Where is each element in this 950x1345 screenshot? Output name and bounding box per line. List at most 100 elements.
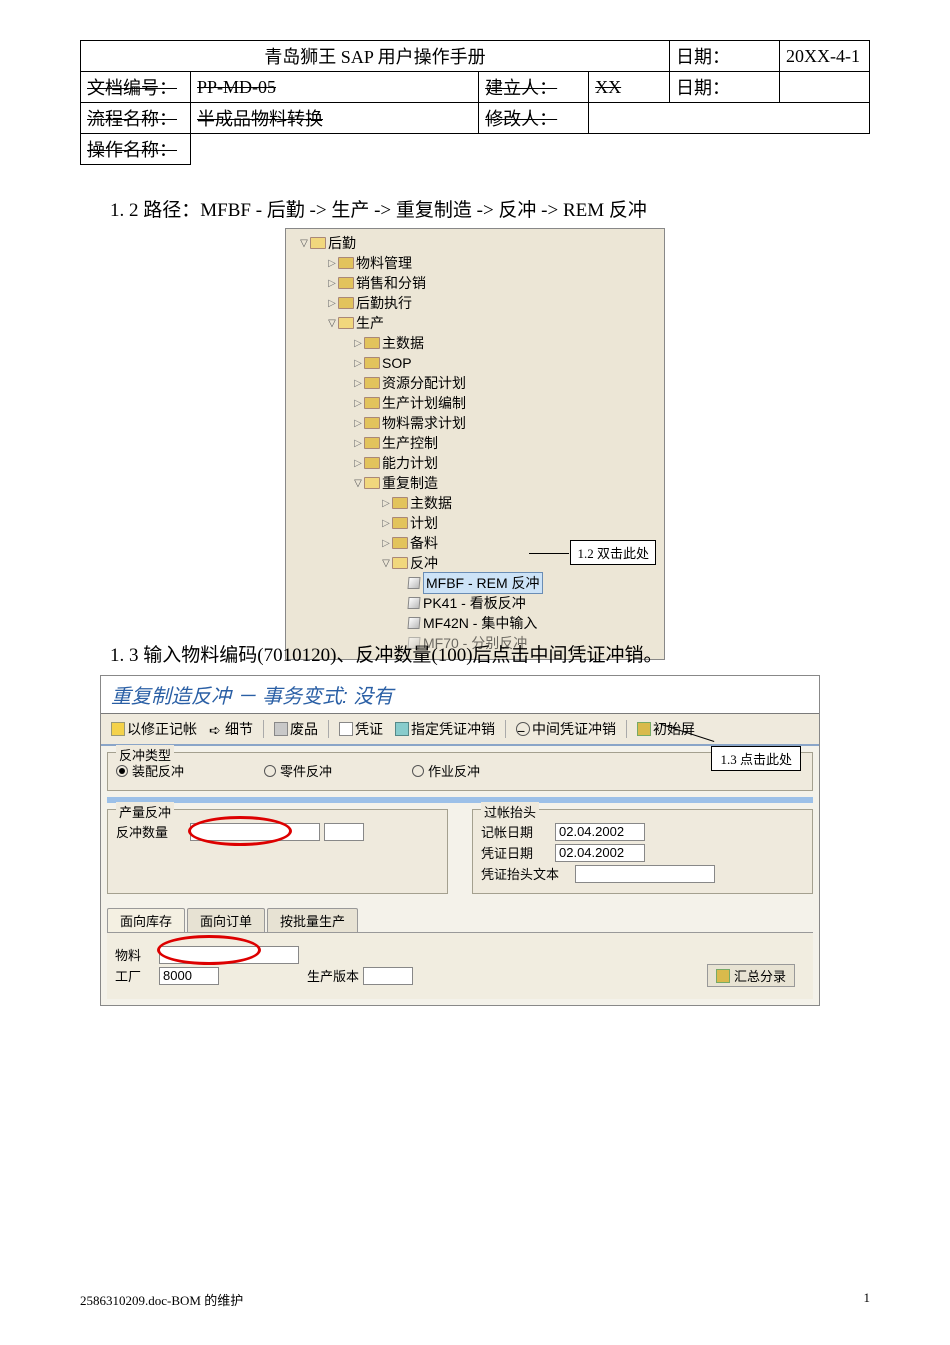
- tree-leaf[interactable]: MF42N - 集中输入: [286, 613, 664, 633]
- doc-no: PP-MD-05: [197, 77, 276, 97]
- input-uom[interactable]: [324, 823, 364, 841]
- modifier-label: 修改人：: [485, 109, 557, 129]
- folder-icon: [338, 257, 354, 269]
- tree-node[interactable]: 资源分配计划: [286, 373, 664, 393]
- separator: [328, 720, 329, 738]
- callout-1-2: 1.2 双击此处: [570, 540, 656, 565]
- radio-icon: [264, 765, 276, 777]
- transaction-icon: [407, 577, 420, 589]
- panel-yield: 产量反冲 反冲数量: [107, 809, 448, 894]
- folder-icon: [364, 377, 380, 389]
- tree-node[interactable]: 生产控制: [286, 433, 664, 453]
- date-label-2: 日期：: [670, 72, 780, 103]
- radio-icon: [412, 765, 424, 777]
- input-qty[interactable]: [190, 823, 320, 841]
- folder-icon: [364, 397, 380, 409]
- tree-node[interactable]: 主数据: [286, 493, 664, 513]
- separator: [626, 720, 627, 738]
- expand-icon[interactable]: [326, 318, 338, 329]
- expand-icon[interactable]: [326, 278, 338, 289]
- tb-correct-post[interactable]: 以修正记帐: [107, 717, 201, 741]
- sap-form: 重复制造反冲 － 事务变式: 没有 以修正记帐 ➪细节 废品 凭证 指定凭证冲销…: [100, 675, 820, 1006]
- btn-collective-entry[interactable]: 汇总分录: [707, 964, 795, 987]
- date-label-1: 日期：: [670, 41, 780, 72]
- input-material[interactable]: [159, 946, 299, 964]
- tab-stock[interactable]: 面向库存: [107, 908, 185, 932]
- expand-icon[interactable]: [380, 538, 392, 549]
- folder-icon: [364, 437, 380, 449]
- expand-icon[interactable]: [352, 338, 364, 349]
- tb-initial[interactable]: 初始屏: [633, 717, 699, 741]
- footer-left: 2586310209.doc-BOM 的维护: [80, 1290, 243, 1309]
- folder-open-icon: [310, 237, 326, 249]
- tree-node-repeat[interactable]: 重复制造: [286, 473, 664, 493]
- tree-node[interactable]: 后勤执行: [286, 293, 664, 313]
- radio-component[interactable]: 零件反冲: [264, 761, 332, 780]
- tb-reverse-mid[interactable]: −中间凭证冲销: [512, 717, 620, 741]
- tree-node[interactable]: 主数据: [286, 333, 664, 353]
- callout-1-3: 1.3 点击此处: [711, 746, 801, 771]
- sap-window-title: 重复制造反冲 － 事务变式: 没有: [101, 676, 819, 714]
- folder-open-icon: [338, 317, 354, 329]
- group-title: 反冲类型: [116, 745, 174, 764]
- label-docdate: 凭证日期: [481, 843, 551, 862]
- tb-reverse-specific[interactable]: 指定凭证冲销: [391, 717, 499, 741]
- expand-icon[interactable]: [352, 358, 364, 369]
- expand-icon[interactable]: [380, 558, 392, 569]
- folder-open-icon: [364, 477, 380, 489]
- label-qty: 反冲数量: [116, 822, 186, 841]
- input-version[interactable]: [363, 967, 413, 985]
- expand-icon[interactable]: [298, 238, 310, 249]
- tree-leaf-mfbf[interactable]: MFBF - REM 反冲: [286, 573, 664, 593]
- input-headtext[interactable]: [575, 865, 715, 883]
- tree-node[interactable]: 生产计划编制: [286, 393, 664, 413]
- minus-circle-icon: −: [516, 722, 530, 736]
- tree-node[interactable]: 销售和分销: [286, 273, 664, 293]
- input-docdate[interactable]: 02.04.2002: [555, 844, 645, 862]
- expand-icon[interactable]: [352, 438, 364, 449]
- panel-title: 产量反冲: [116, 802, 174, 821]
- tab-order[interactable]: 面向订单: [187, 908, 265, 932]
- radio-activity[interactable]: 作业反冲: [412, 761, 480, 780]
- tb-docs[interactable]: 凭证: [335, 717, 387, 741]
- tree-node[interactable]: 计划: [286, 513, 664, 533]
- folder-icon: [364, 417, 380, 429]
- tab-lot[interactable]: 按批量生产: [267, 908, 358, 932]
- expand-icon[interactable]: [352, 478, 364, 489]
- expand-icon[interactable]: [326, 298, 338, 309]
- tree-node-production[interactable]: 生产: [286, 313, 664, 333]
- label-postdate: 记帐日期: [481, 822, 551, 841]
- separator: [505, 720, 506, 738]
- tree-node-logistics[interactable]: 后勤: [286, 233, 664, 253]
- transaction-icon: [407, 597, 420, 609]
- expand-icon[interactable]: [352, 418, 364, 429]
- expand-icon[interactable]: [380, 498, 392, 509]
- input-plant[interactable]: 8000: [159, 967, 219, 985]
- op-label: 操作名称：: [87, 140, 177, 160]
- tree-leaf[interactable]: PK41 - 看板反冲: [286, 593, 664, 613]
- input-postdate[interactable]: 02.04.2002: [555, 823, 645, 841]
- tree-node[interactable]: 物料需求计划: [286, 413, 664, 433]
- tree-node[interactable]: 能力计划: [286, 453, 664, 473]
- expand-icon[interactable]: [352, 458, 364, 469]
- tb-detail[interactable]: ➪细节: [205, 717, 257, 741]
- expand-icon[interactable]: [380, 518, 392, 529]
- flow-label: 流程名称：: [87, 109, 177, 129]
- separator: [263, 720, 264, 738]
- expand-icon[interactable]: [352, 398, 364, 409]
- creator-label: 建立人：: [485, 78, 557, 98]
- panel-header: 过帐抬头 记帐日期02.04.2002 凭证日期02.04.2002 凭证抬头文…: [472, 809, 813, 894]
- divider-bar: [107, 797, 813, 803]
- folder-icon: [364, 357, 380, 369]
- footer-page-number: 1: [864, 1290, 871, 1309]
- tree-node[interactable]: 物料管理: [286, 253, 664, 273]
- flow-name: 半成品物料转换: [197, 109, 323, 129]
- expand-icon[interactable]: [326, 258, 338, 269]
- folder-icon: [392, 517, 408, 529]
- tb-scrap[interactable]: 废品: [270, 717, 322, 741]
- tree-node[interactable]: SOP: [286, 353, 664, 373]
- expand-icon[interactable]: [352, 378, 364, 389]
- sap-menu-tree: 后勤 物料管理 销售和分销 后勤执行 生产 主数据 SOP 资源分配计划 生产计…: [285, 228, 665, 660]
- transaction-icon: [407, 617, 420, 629]
- doc-title: 青岛狮王 SAP 用户操作手册: [81, 41, 670, 72]
